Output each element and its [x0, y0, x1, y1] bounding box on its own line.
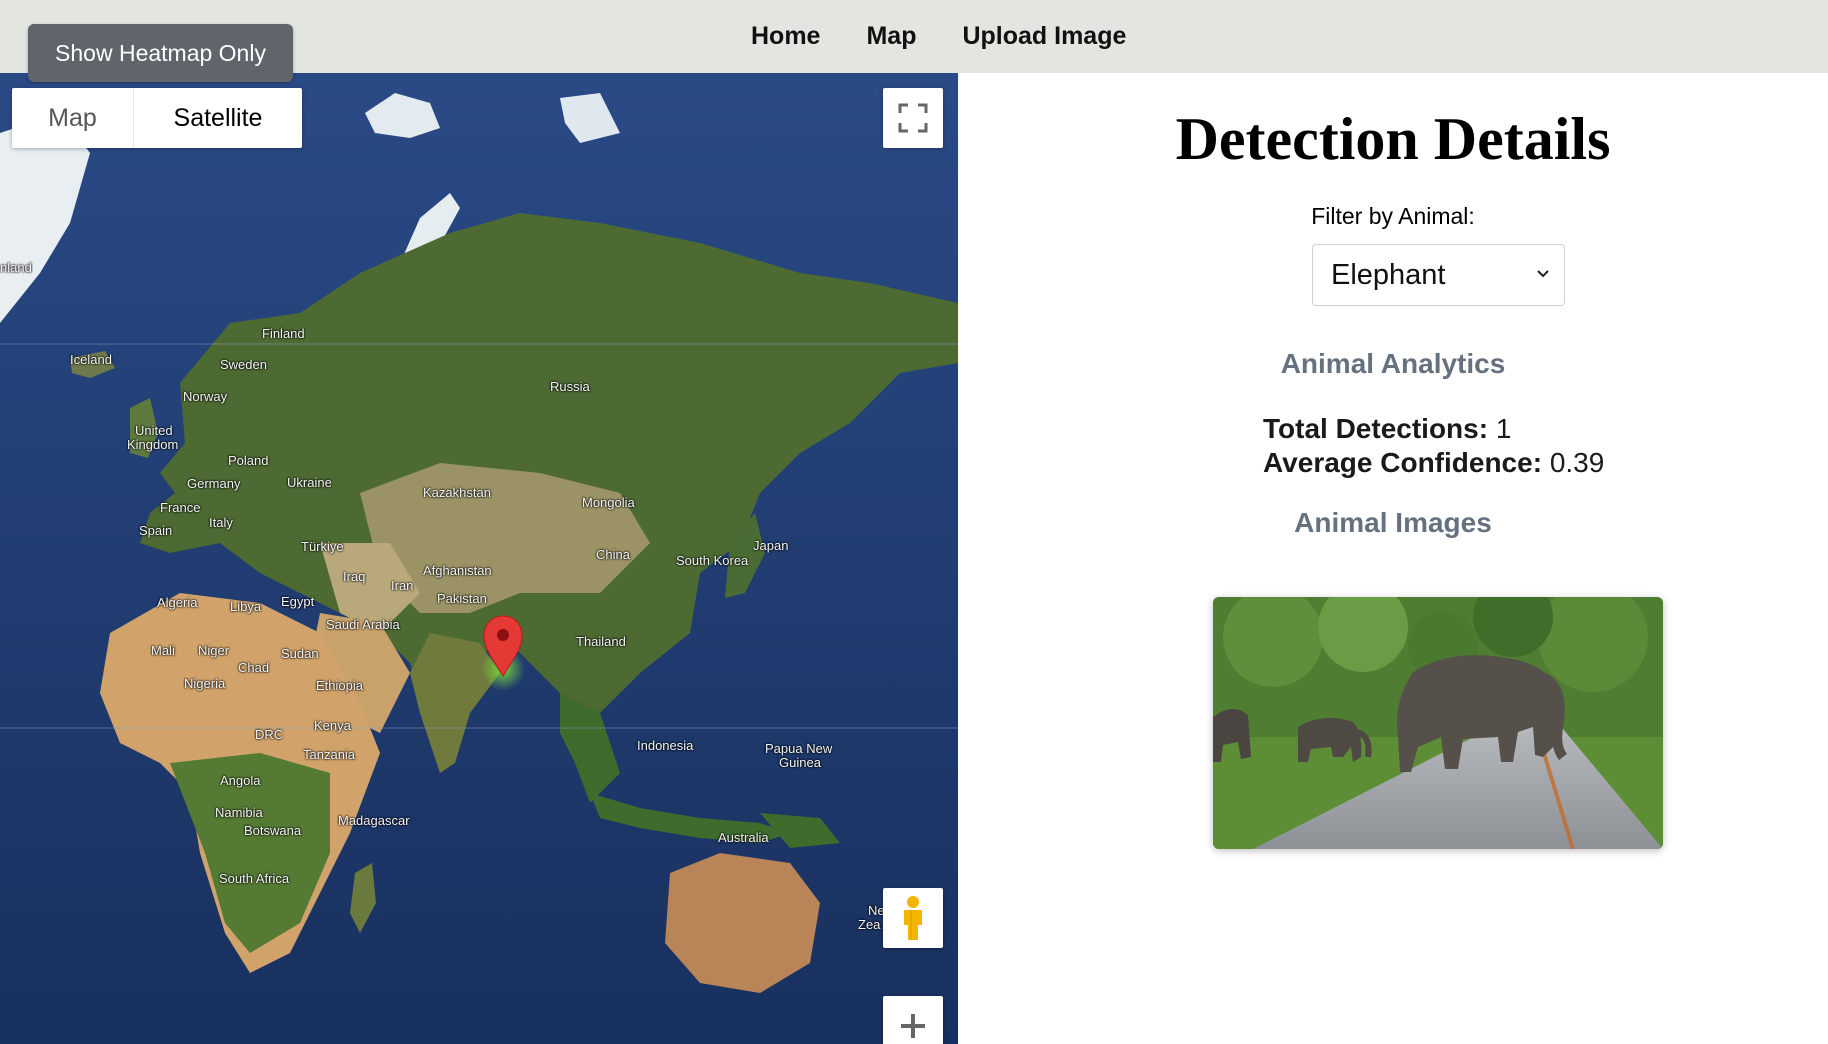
map-label: Nigeria — [184, 676, 226, 691]
map-label: Türkiye — [301, 539, 344, 554]
map-label: Saudi Arabia — [326, 617, 400, 632]
map-label: Libya — [230, 599, 262, 614]
map-label: Norway — [183, 389, 228, 404]
total-detections-label: Total Detections: — [1263, 413, 1489, 444]
fullscreen-button[interactable] — [883, 88, 943, 148]
map-label: Niger — [198, 643, 230, 658]
map-label: Sudan — [281, 646, 319, 661]
map-label: Namibia — [215, 805, 263, 820]
map-label: South Korea — [676, 553, 749, 568]
total-detections-value: 1 — [1495, 413, 1512, 444]
detection-details-panel: Detection Details Filter by Animal: Elep… — [958, 73, 1828, 1044]
map-label: United — [135, 423, 173, 438]
map-label: Madagascar — [338, 813, 410, 828]
map-label: Iran — [391, 578, 414, 593]
map-label: Kenya — [314, 718, 351, 733]
animal-filter-value: Elephant — [1331, 259, 1446, 291]
map-label: Chad — [238, 660, 270, 675]
nav-home-link[interactable]: Home — [751, 22, 820, 51]
map-label: Japan — [753, 538, 789, 553]
page-title: Detection Details — [1175, 106, 1611, 172]
map-label: Afghanistan — [423, 563, 492, 578]
map-container[interactable]: nland Iceland Finland Sweden Norway Unit… — [0, 73, 958, 1044]
map-label: Germany — [187, 476, 241, 491]
elephant-photo[interactable] — [1213, 597, 1663, 849]
elephant-photo-image — [1213, 597, 1663, 849]
map-label: Thailand — [576, 634, 626, 649]
map-label: Finland — [262, 326, 305, 341]
map-label: Mali — [151, 643, 175, 658]
map-label: Spain — [139, 523, 173, 538]
map-label: Iceland — [70, 352, 112, 367]
map-label: Algeria — [157, 595, 198, 610]
plus-icon — [901, 1014, 925, 1038]
map-label: DRC — [255, 727, 284, 742]
average-confidence-label: Average Confidence: — [1263, 447, 1543, 478]
pegman-icon — [904, 896, 922, 940]
map-label: Kingdom — [127, 437, 179, 452]
map-label: Papua New — [765, 741, 833, 756]
map-label: China — [596, 547, 630, 562]
animal-images-heading: Animal Images — [1294, 507, 1492, 538]
map-label: Sweden — [220, 357, 267, 372]
animal-filter-select[interactable]: Elephant — [1312, 244, 1565, 306]
average-confidence-row: Average Confidence: 0.39 — [1263, 446, 1604, 480]
total-detections-row: Total Detections: 1 — [1263, 412, 1604, 446]
satellite-map-image — [0, 73, 958, 1044]
map-label: Angola — [220, 773, 261, 788]
map-label: Kazakhstan — [423, 485, 491, 500]
map-label: Botswana — [244, 823, 302, 838]
map-label: Zea — [858, 917, 881, 932]
map-label: nland — [0, 260, 32, 275]
map-label: France — [160, 500, 201, 515]
map-label: Russia — [550, 379, 590, 394]
map-label: South Africa — [219, 871, 290, 886]
filter-label: Filter by Animal: — [1311, 203, 1475, 229]
map-label: Australia — [718, 830, 769, 845]
map-type-map-button[interactable]: Map — [12, 88, 134, 148]
map-label: Iraq — [343, 569, 366, 584]
map-label: Tanzania — [303, 747, 356, 762]
map-label: Egypt — [281, 594, 315, 609]
nav-map-link[interactable]: Map — [866, 22, 916, 51]
map-type-satellite-button[interactable]: Satellite — [134, 88, 302, 148]
show-heatmap-only-button[interactable]: Show Heatmap Only — [28, 24, 293, 82]
map-type-control: Map Satellite — [12, 88, 302, 148]
map-label: Mongolia — [582, 495, 635, 510]
nav-upload-image-link[interactable]: Upload Image — [962, 22, 1126, 51]
map-label: Poland — [228, 453, 269, 468]
zoom-in-button[interactable] — [883, 996, 943, 1044]
map-label: Pakistan — [437, 591, 487, 606]
chevron-down-icon — [1537, 270, 1549, 278]
map-label: Indonesia — [637, 738, 694, 753]
map-label: Italy — [209, 515, 233, 530]
animal-analytics-heading: Animal Analytics — [1280, 348, 1506, 379]
fullscreen-icon — [898, 103, 928, 133]
analytics-stats: Total Detections: 1 Average Confidence: … — [1263, 412, 1604, 480]
map-label: Guinea — [779, 755, 821, 770]
nav-links: Home Map Upload Image — [751, 0, 1126, 73]
average-confidence-value: 0.39 — [1549, 447, 1605, 478]
map-label: Ukraine — [287, 475, 332, 490]
street-view-pegman-button[interactable] — [883, 888, 943, 948]
map-label: Ethiopia — [316, 678, 363, 693]
